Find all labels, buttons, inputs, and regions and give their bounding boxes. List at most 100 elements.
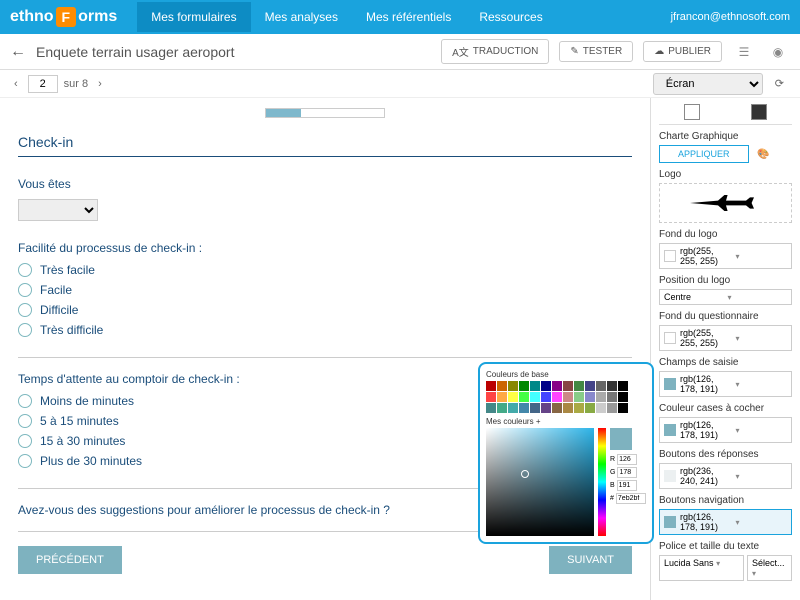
screen-select[interactable]: Écran (653, 73, 763, 95)
precedent-button[interactable]: PRÉCÉDENT (18, 546, 122, 574)
font-row: Lucida Sans ▾ Sélect... ▾ (659, 555, 792, 581)
fond-quest-label: Fond du questionnaire (659, 311, 792, 322)
swatch-icon (664, 424, 676, 436)
r-input[interactable] (617, 454, 637, 465)
tab-ressources[interactable]: Ressources (465, 2, 556, 32)
radio-icon (18, 454, 32, 468)
caret-icon: ▾ (736, 426, 788, 435)
my-colors-label: Mes couleurs + (486, 417, 646, 426)
champs-field[interactable]: rgb(126, 178, 191)▾ (659, 371, 792, 397)
layout-tab-icon[interactable] (684, 104, 700, 120)
tab-mes-formulaires[interactable]: Mes formulaires (137, 2, 250, 32)
color-preview-swatch (610, 428, 632, 450)
user-email[interactable]: jfrancon@ethnosoft.com (671, 11, 790, 23)
pager-next-icon[interactable]: › (94, 78, 106, 90)
logo-part2: F (56, 7, 77, 27)
b-label: B (610, 482, 615, 489)
form-toolbar: ← Enquete terrain usager aeroport A文 TRAD… (0, 34, 800, 70)
progress-bar (265, 108, 385, 118)
progress-fill (266, 109, 301, 117)
base-colors-label: Couleurs de base (486, 370, 646, 379)
publier-button[interactable]: ☁PUBLIER (643, 41, 722, 62)
hex-input[interactable] (616, 493, 646, 504)
page-total-label: sur 8 (64, 78, 88, 90)
swatch-icon (664, 470, 676, 482)
logo-label: Logo (659, 169, 792, 180)
q2-opt-2[interactable]: Difficile (18, 303, 632, 317)
back-arrow-icon[interactable]: ← (10, 43, 26, 61)
pager-prev-icon[interactable]: ‹ (10, 78, 22, 90)
airplane-icon (686, 189, 766, 217)
cases-field[interactable]: rgb(126, 178, 191) ▾ (659, 417, 792, 443)
swatch-icon (664, 250, 676, 262)
question-vous-etes: Vous êtes (18, 177, 632, 221)
tab-mes-analyses[interactable]: Mes analyses (251, 2, 352, 32)
palette-icon[interactable]: 🎨 (757, 149, 769, 160)
q3-opt-1-label: 5 à 15 minutes (40, 414, 119, 428)
q2-opt-3[interactable]: Très difficile (18, 323, 632, 337)
hue-slider[interactable] (598, 428, 606, 536)
radio-icon (18, 303, 32, 317)
boutons-rep-label: Boutons des réponses (659, 449, 792, 460)
g-input[interactable] (617, 467, 637, 478)
b-input[interactable] (617, 480, 637, 491)
fond-logo-field[interactable]: rgb(255, 255, 255)▾ (659, 243, 792, 269)
form-title: Enquete terrain usager aeroport (36, 44, 431, 60)
nav-tabs: Mes formulaires Mes analyses Mes référen… (137, 2, 556, 32)
caret-icon: ▾ (736, 380, 788, 389)
cases-value: rgb(126, 178, 191) (680, 420, 732, 440)
save-tab-icon[interactable] (751, 104, 767, 120)
position-logo-field[interactable]: Centre▾ (659, 289, 792, 305)
translate-icon: A文 (452, 44, 469, 59)
q2-opt-1-label: Facile (40, 283, 72, 297)
picker-body: R G B # (486, 428, 646, 536)
gradient-cursor-icon (521, 470, 529, 478)
radio-icon (18, 414, 32, 428)
suivant-button[interactable]: SUIVANT (549, 546, 632, 574)
police-label: Police et taille du texte (659, 541, 792, 552)
saturation-gradient[interactable] (486, 428, 594, 536)
q2-opt-2-label: Difficile (40, 303, 78, 317)
logo-preview[interactable] (659, 183, 792, 223)
q2-opt-1[interactable]: Facile (18, 283, 632, 297)
q2-opt-0[interactable]: Très facile (18, 263, 632, 277)
traduction-button[interactable]: A文 TRADUCTION (441, 39, 549, 64)
position-logo-value: Centre (664, 292, 724, 302)
g-label: G (610, 469, 615, 476)
apply-button[interactable]: APPLIQUER (659, 145, 749, 163)
fond-quest-field[interactable]: rgb(255, 255, 255)▾ (659, 325, 792, 351)
fond-logo-value: rgb(255, 255, 255) (680, 246, 732, 266)
font-size-value: Sélect... (752, 558, 785, 568)
radio-icon (18, 434, 32, 448)
boutons-rep-field[interactable]: rgb(236, 240, 241) ▾ (659, 463, 792, 489)
q2-opt-3-label: Très difficile (40, 323, 103, 337)
boutons-nav-field[interactable]: rgb(126, 178, 191)▾ (659, 509, 792, 535)
main-area: Check-in Vous êtes Facilité du processus… (0, 98, 800, 600)
radio-icon (18, 263, 32, 277)
list-view-icon[interactable]: ☰ (732, 40, 756, 64)
tester-button[interactable]: ✎TESTER (559, 41, 633, 62)
boutons-nav-label: Boutons navigation (659, 495, 792, 506)
hash-label: # (610, 495, 614, 502)
base-color-grid[interactable] (486, 381, 646, 413)
page-number-input[interactable] (28, 75, 58, 93)
eye-icon[interactable]: ◉ (766, 40, 790, 64)
font-family-value: Lucida Sans (664, 558, 714, 568)
cases-label: Couleur cases à cocher (659, 403, 792, 414)
q2-label: Facilité du processus de check-in : (18, 241, 632, 255)
charte-label: Charte Graphique (659, 131, 792, 142)
font-family-select[interactable]: Lucida Sans ▾ (659, 555, 744, 581)
caret-icon: ▾ (736, 472, 788, 481)
q1-select[interactable] (18, 199, 98, 221)
boutons-rep-value: rgb(236, 240, 241) (680, 466, 732, 486)
section-title: Check-in (18, 130, 632, 157)
traduction-label: TRADUCTION (473, 46, 539, 57)
font-size-select[interactable]: Sélect... ▾ (747, 555, 792, 581)
refresh-icon[interactable]: ⟳ (769, 77, 790, 90)
position-logo-label: Position du logo (659, 275, 792, 286)
q2-opt-0-label: Très facile (40, 263, 95, 277)
plus-icon[interactable]: + (536, 417, 541, 426)
r-label: R (610, 456, 615, 463)
tab-mes-referentiels[interactable]: Mes référentiels (352, 2, 465, 32)
fond-quest-value: rgb(255, 255, 255) (680, 328, 732, 348)
